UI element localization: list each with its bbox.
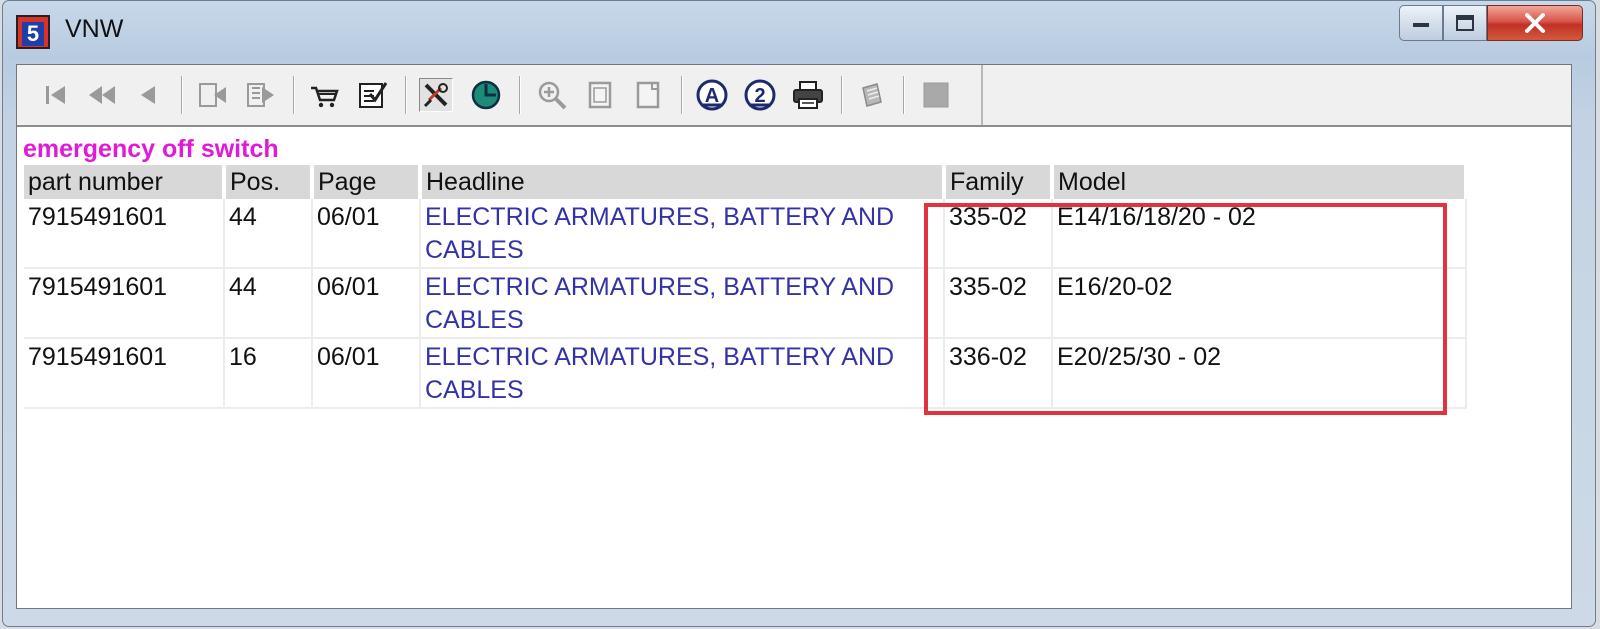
back-to-list-button[interactable]: [195, 78, 229, 112]
maximize-icon: [1456, 15, 1474, 31]
results-table: part number Pos. Page Headline Family Mo…: [24, 165, 1468, 409]
toolbar: A 2: [17, 65, 1571, 127]
column-header-pos[interactable]: Pos.: [224, 165, 314, 199]
column-header-part-number[interactable]: part number: [24, 165, 226, 199]
cell-page: 06/01: [312, 268, 421, 339]
previous-record-button[interactable]: [131, 78, 165, 112]
column-header-model[interactable]: Model: [1052, 165, 1468, 199]
close-button[interactable]: [1487, 5, 1583, 41]
stop-icon: [923, 82, 949, 108]
previous-page-icon: [89, 86, 115, 104]
cell-part-number: 7915491601: [24, 268, 225, 339]
parts-search-icon: [423, 83, 448, 108]
toolbar-separator: [181, 76, 183, 114]
maximize-button[interactable]: [1443, 5, 1487, 41]
print-button[interactable]: [791, 78, 825, 112]
title-bar[interactable]: 5 VNW: [3, 1, 1595, 59]
zoom-in-icon: [538, 81, 567, 110]
cell-pos: 44: [224, 268, 313, 339]
cell-headline-link[interactable]: ELECTRIC ARMATURES, BATTERY AND CABLES: [420, 199, 945, 269]
cell-model: E20/25/30 - 02: [1052, 338, 1467, 409]
zoom-in-button[interactable]: [535, 78, 569, 112]
toolbar-strip: A 2: [17, 65, 983, 125]
cell-page: 06/01: [312, 199, 421, 269]
cell-headline-link[interactable]: ELECTRIC ARMATURES, BATTERY AND CABLES: [420, 268, 945, 339]
checklist-icon: [359, 82, 388, 108]
first-record-button[interactable]: [39, 78, 73, 112]
previous-page-button[interactable]: [85, 78, 119, 112]
app-icon[interactable]: 5: [16, 15, 50, 49]
table-row[interactable]: 7915491601 44 06/01 ELECTRIC ARMATURES, …: [24, 268, 1467, 339]
option-a-button[interactable]: A: [695, 78, 729, 112]
notes-icon: [862, 83, 882, 107]
parts-search-button[interactable]: [419, 78, 453, 112]
back-to-list-icon: [199, 83, 226, 107]
toolbar-separator: [903, 76, 905, 114]
notes-button[interactable]: [855, 78, 889, 112]
column-header-headline[interactable]: Headline: [420, 165, 946, 199]
page-width-button[interactable]: [631, 78, 665, 112]
toolbar-separator: [405, 76, 407, 114]
column-header-page[interactable]: Page: [312, 165, 422, 199]
option-2-icon: 2: [744, 79, 776, 111]
close-icon: [1525, 13, 1545, 33]
app-window: 5 VNW A 2 emergency off switch part numb…: [2, 0, 1596, 627]
cell-model: E16/20-02: [1052, 268, 1467, 339]
option-2-button[interactable]: 2: [743, 78, 777, 112]
cart-icon: [311, 86, 339, 108]
toolbar-separator: [293, 76, 295, 114]
window-controls: [1399, 5, 1583, 43]
table-row[interactable]: 7915491601 44 06/01 ELECTRIC ARMATURES, …: [24, 199, 1467, 269]
window-title: VNW: [65, 15, 124, 43]
cell-headline-link[interactable]: ELECTRIC ARMATURES, BATTERY AND CABLES: [420, 338, 945, 409]
minimize-icon: [1413, 23, 1429, 27]
client-area: A 2 emergency off switch part number Pos…: [16, 64, 1572, 609]
stop-button[interactable]: [919, 78, 953, 112]
cell-pos: 44: [224, 199, 313, 269]
print-icon: [793, 81, 823, 109]
page-fit-icon: [588, 81, 612, 109]
globe-icon: [471, 80, 501, 110]
cart-button[interactable]: [307, 78, 341, 112]
app-icon-glyph: 5: [22, 22, 44, 46]
previous-record-icon: [141, 86, 155, 104]
first-record-icon: [46, 86, 65, 104]
toolbar-separator: [841, 76, 843, 114]
option-a-icon: A: [696, 79, 728, 111]
forward-to-list-button[interactable]: [243, 78, 277, 112]
page-width-icon: [636, 81, 660, 109]
checklist-button[interactable]: [355, 78, 389, 112]
minimize-button[interactable]: [1399, 5, 1443, 41]
page-fit-button[interactable]: [583, 78, 617, 112]
cell-part-number: 7915491601: [24, 199, 225, 269]
cell-family: 336-02: [944, 338, 1053, 409]
search-term-heading: emergency off switch: [23, 135, 279, 163]
cell-family: 335-02: [944, 268, 1053, 339]
cell-pos: 16: [224, 338, 313, 409]
globe-button[interactable]: [469, 78, 503, 112]
forward-to-list-icon: [247, 83, 274, 107]
column-header-family[interactable]: Family: [944, 165, 1054, 199]
toolbar-separator: [519, 76, 521, 114]
cell-page: 06/01: [312, 338, 421, 409]
toolbar-separator: [681, 76, 683, 114]
cell-family: 335-02: [944, 199, 1053, 269]
cell-part-number: 7915491601: [24, 338, 225, 409]
table-header-row: part number Pos. Page Headline Family Mo…: [24, 165, 1468, 199]
table-row[interactable]: 7915491601 16 06/01 ELECTRIC ARMATURES, …: [24, 338, 1467, 409]
cell-model: E14/16/18/20 - 02: [1052, 199, 1467, 269]
